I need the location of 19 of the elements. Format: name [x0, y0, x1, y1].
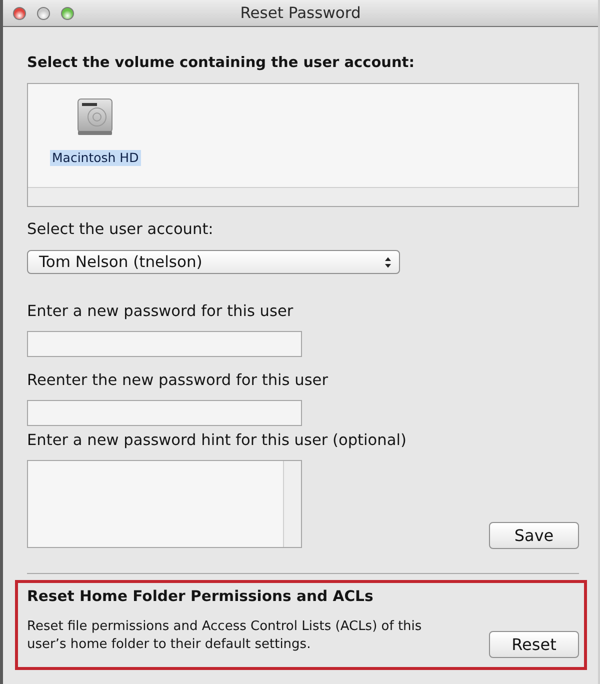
field-label: Reenter the new password for this user — [27, 372, 329, 389]
field-label: Select the user account: — [27, 221, 214, 238]
password-field[interactable] — [27, 400, 302, 426]
up-down-arrows-icon — [385, 256, 391, 268]
hard-drive-icon — [77, 98, 114, 136]
zoom-button[interactable] — [61, 7, 74, 20]
field-label: Enter a new password hint for this user (optional) — [27, 432, 408, 449]
volume-name[interactable]: Macintosh HD — [50, 150, 141, 166]
section-description: Reset file permissions and Access Control Lists (ACLs) of this user’s home folder to their default settings. — [27, 618, 423, 654]
field-label: Enter a new password for this user — [27, 303, 294, 320]
section-heading: Reset Home Folder Permissions and ACLs — [27, 588, 374, 605]
close-button[interactable] — [13, 7, 26, 20]
save-button[interactable]: Save — [489, 522, 579, 549]
reset-button[interactable]: Reset — [489, 631, 579, 658]
password-field[interactable] — [27, 331, 302, 357]
section-heading: Select the volume containing the user account: — [27, 55, 416, 72]
account-popup[interactable]: Tom Nelson (tnelson) — [27, 250, 400, 274]
hint-field[interactable] — [27, 460, 302, 548]
window-title: Reset Password — [240, 4, 361, 22]
